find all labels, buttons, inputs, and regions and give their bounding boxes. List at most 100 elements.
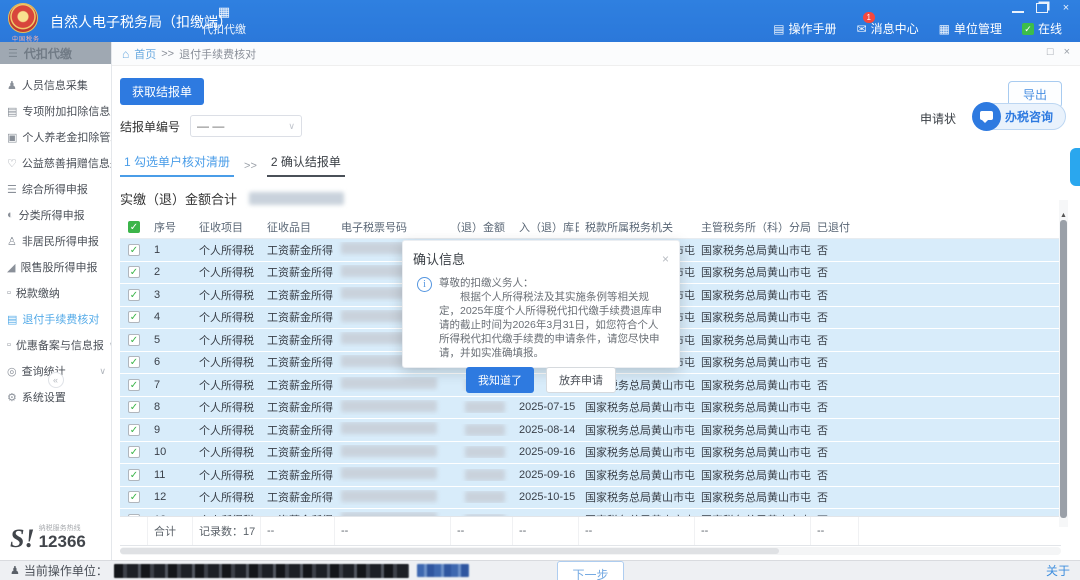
minimize-button[interactable] [1012,3,1024,13]
chat-icon [972,102,1001,131]
classified-icon: ◐ [7,209,14,221]
sidebar-item-综合所得申报[interactable]: ☰ 综合所得申报 [0,176,111,202]
header-date: 入（退）库日期 [513,219,579,235]
row-checkbox[interactable] [128,356,140,368]
header-ticket: 电子税票号码 [335,219,451,235]
cell-seq: 6 [148,356,193,368]
table-row[interactable]: 11 个人所得税 工资薪金所得 2025-09-16 国家税务总局黄山市屯溪区.… [120,464,1061,487]
row-checkbox[interactable] [128,446,140,458]
row-checkbox[interactable] [128,379,140,391]
cell-org2: 国家税务总局黄山市屯溪区.. [695,332,811,348]
org-management-menu-item[interactable]: ▦ 单位管理 [939,20,1002,37]
cell-seq: 8 [148,401,193,413]
top-menu: ▤ 操作手册 ✉ 1 消息中心 ▦ 单位管理 ✓ 在线 [773,20,1062,37]
sidebar-item-个人养老金扣除管理[interactable]: ▣ 个人养老金扣除管理 [0,124,111,150]
sidebar-item-非居民所得申报[interactable]: ♙ 非居民所得申报 [0,228,111,254]
fetch-statement-button[interactable]: 获取结报单 [120,78,204,105]
scrollbar-thumb[interactable] [1060,220,1067,518]
table-row[interactable]: 13 个人所得税 工资薪金所得 国家税务总局黄山市屯溪区.. 国家税务总局黄山市… [120,509,1061,516]
sidebar-item-退付手续费核对[interactable]: ▤ 退付手续费核对 [0,306,111,332]
cell-org1: 国家税务总局黄山市屯溪区.. [579,512,695,516]
cell-org2: 国家税务总局黄山市屯溪区.. [695,287,811,303]
row-checkbox[interactable] [128,334,140,346]
row-checkbox[interactable] [128,514,140,516]
row-checkbox[interactable] [128,469,140,481]
cell-seq: 10 [148,446,193,458]
inner-close-button[interactable]: × [1064,46,1070,58]
step-separator: >> [244,160,257,177]
sidebar-item-公益慈善捐赠信息采[interactable]: ♡ 公益慈善捐赠信息采 [0,150,111,176]
cell-item: 个人所得税 [193,467,261,483]
vertical-scrollbar[interactable]: ▲ [1059,200,1068,527]
cell-ticket-redacted [341,512,437,516]
cell-item: 个人所得税 [193,422,261,438]
sidebar-collapse-button[interactable]: « [48,372,64,388]
cell-org1: 国家税务总局黄山市屯溪区.. [579,399,695,415]
sidebar-item-人员信息采集[interactable]: ♟ 人员信息采集 [0,72,111,98]
message-center-menu-item[interactable]: ✉ 1 消息中心 [857,20,919,37]
sidebar-item-限售股所得申报[interactable]: ◢ 限售股所得申报 [0,254,111,280]
cell-category: 工资薪金所得 [261,489,335,505]
cell-date: 2025-07-15 [513,401,579,413]
table-footer-row: 合计 记录数：17 -- -- -- -- -- -- -- [120,516,1061,546]
row-checkbox[interactable] [128,244,140,256]
side-panel-handle[interactable] [1070,148,1080,186]
cell-seq: 1 [148,244,193,256]
restore-button[interactable] [1036,3,1048,13]
cell-amount-redacted [465,469,505,481]
cell-category: 工资薪金所得 [261,467,335,483]
nav-tab-daikou[interactable]: ▦ 代扣代缴 [196,4,252,38]
table-row[interactable]: 9 个人所得税 工资薪金所得 2025-08-14 国家税务总局黄山市屯溪区..… [120,419,1061,442]
dialog-confirm-button[interactable]: 我知道了 [466,367,534,393]
org-label: 单位管理 [954,20,1002,37]
cell-category: 工资薪金所得 [261,354,335,370]
preferential-icon: ▫ [7,339,11,351]
statement-number-value: — — [197,119,224,133]
row-checkbox[interactable] [128,401,140,413]
cell-refunded: 否 [811,422,859,438]
sidebar-item-专项附加扣除信息采[interactable]: ▤ 专项附加扣除信息采 [0,98,111,124]
breadcrumb-home[interactable]: 首页 [134,46,156,62]
horizontal-scrollbar[interactable] [120,547,1061,555]
row-checkbox[interactable] [128,491,140,503]
sidebar-item-税款缴纳[interactable]: ▫ 税款缴纳 [0,280,111,306]
cell-category: 工资薪金所得 [261,399,335,415]
cell-org1: 国家税务总局黄山市屯溪区.. [579,422,695,438]
tax-consult-button[interactable]: 办税咨询 [974,103,1066,130]
row-checkbox[interactable] [128,266,140,278]
table-row[interactable]: 12 个人所得税 工资薪金所得 2025-10-15 国家税务总局黄山市屯溪区.… [120,487,1061,510]
step-2-tab[interactable]: 2 确认结报单 [267,153,345,177]
sidebar-item-优惠备案与信息报[interactable]: ▫ 优惠备案与信息报 ∨ [0,332,111,358]
sidebar-item-分类所得申报[interactable]: ◐ 分类所得申报 [0,202,111,228]
current-unit-redacted [114,564,409,578]
cell-refunded: 否 [811,242,859,258]
cell-org2: 国家税务总局黄山市屯溪区.. [695,467,811,483]
dialog-close-icon[interactable]: × [662,252,669,266]
cell-date: 2025-10-15 [513,491,579,503]
footer-dash: -- [695,517,811,545]
header-seq: 序号 [148,219,193,235]
next-step-button[interactable]: 下一步 [557,561,623,580]
cell-date: 2025-09-16 [513,446,579,458]
sidebar-header-label: 代扣代缴 [24,45,72,62]
cell-category: 工资薪金所得 [261,444,335,460]
cell-item: 个人所得税 [193,332,261,348]
org-icon: ▦ [939,22,950,36]
manual-menu-item[interactable]: ▤ 操作手册 [773,20,836,37]
inner-maximize-button[interactable]: □ [1047,46,1054,58]
apply-status-label: 申请状 [920,110,956,127]
online-check-icon: ✓ [1022,23,1034,35]
user-icon: ♟ [10,564,20,577]
step-1-tab[interactable]: 1 勾选单户核对清册 [120,153,234,177]
row-checkbox[interactable] [128,311,140,323]
table-row[interactable]: 8 个人所得税 工资薪金所得 2025-07-15 国家税务总局黄山市屯溪区..… [120,397,1061,420]
footer-dash: -- [451,517,513,545]
table-row[interactable]: 10 个人所得税 工资薪金所得 2025-09-16 国家税务总局黄山市屯溪区.… [120,442,1061,465]
row-checkbox[interactable] [128,424,140,436]
dialog-cancel-button[interactable]: 放弃申请 [546,367,616,393]
close-button[interactable]: × [1060,3,1072,13]
statement-number-select[interactable]: — — ∨ [190,115,302,137]
select-all-checkbox[interactable] [128,221,140,233]
briefcase-icon: ▦ [196,4,252,20]
row-checkbox[interactable] [128,289,140,301]
